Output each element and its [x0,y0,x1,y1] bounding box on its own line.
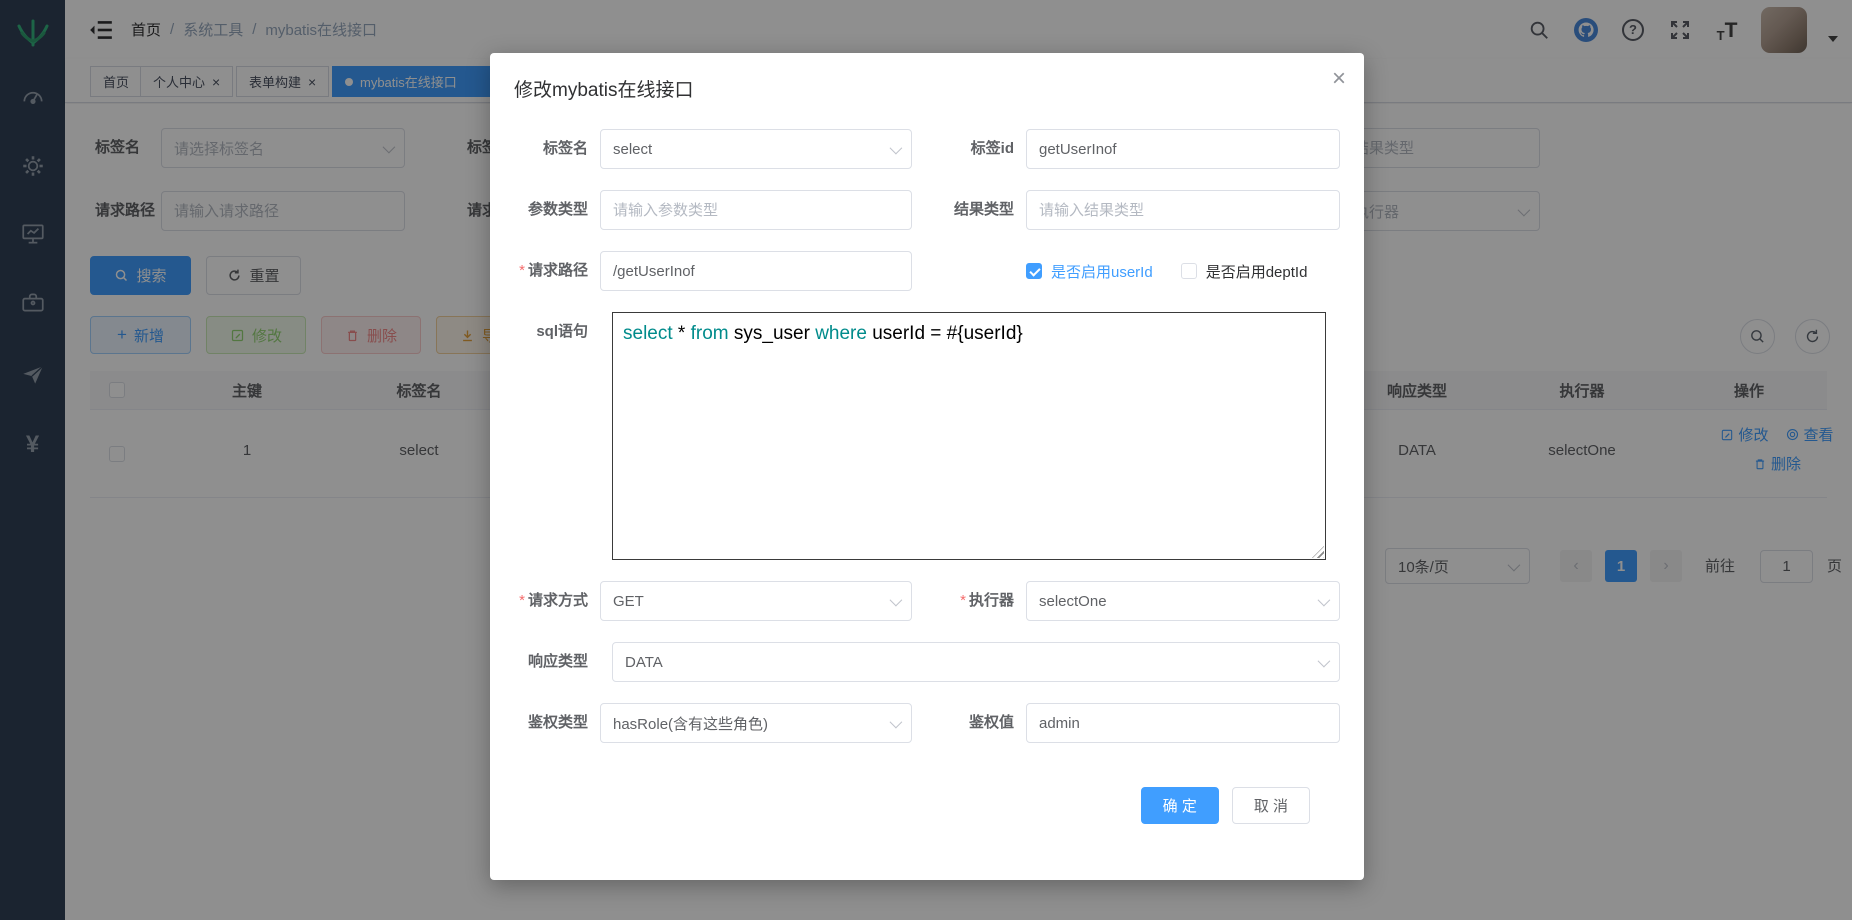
confirm-button[interactable]: 确 定 [1141,787,1219,824]
result-type-field[interactable] [1026,190,1340,230]
tag-id-input[interactable] [1039,141,1327,158]
chevron-down-icon [1318,654,1331,667]
dialog-title: 修改mybatis在线接口 [514,80,693,101]
app-root: ¥ 首页 / 系统工具 / mybatis在线接口 [0,0,1852,920]
tag-name-select[interactable]: select [600,129,912,169]
confirm-button-label: 确 定 [1163,795,1197,816]
chevron-down-icon [890,715,903,728]
cancel-button-label: 取 消 [1254,795,1288,816]
param-type-label: 参数类型 [514,190,600,230]
tag-id-label: 标签id [924,129,1026,169]
enable-userid-label: 是否启用userId [1051,261,1153,282]
auth-value-label: 鉴权值 [924,703,1026,743]
resp-type-value: DATA [625,654,663,671]
required-mark: * [960,592,966,609]
dialog-header: 修改mybatis在线接口 × [490,53,1364,102]
chevron-down-icon [890,593,903,606]
path-label: *请求路径 [514,251,600,291]
auth-type-value: hasRole(含有这些角色) [613,713,768,734]
path-label-text: 请求路径 [528,262,588,279]
sql-text: * [673,323,691,344]
enable-deptid-checkbox[interactable]: 是否启用deptId [1181,261,1308,282]
path-field[interactable] [600,251,912,291]
sql-keyword: from [691,323,729,344]
auth-value-field[interactable] [1026,703,1340,743]
sql-label: sql语句 [514,312,600,352]
enable-deptid-label: 是否启用deptId [1206,261,1308,282]
chevron-down-icon [890,141,903,154]
result-type-input[interactable] [1039,202,1327,219]
sql-editor[interactable]: select * from sys_user where userId = #{… [612,312,1326,560]
auth-value-input[interactable] [1039,715,1327,732]
cancel-button[interactable]: 取 消 [1232,787,1310,824]
enable-flags-group: 是否启用userId 是否启用deptId [1026,251,1307,291]
auth-type-select[interactable]: hasRole(含有这些角色) [600,703,912,743]
resp-type-select[interactable]: DATA [612,642,1340,682]
param-type-input[interactable] [613,202,899,219]
method-value: GET [613,593,644,610]
tag-name-value: select [613,141,652,158]
edit-mybatis-dialog: 修改mybatis在线接口 × 标签名 select 标签id [490,53,1364,880]
sql-keyword: select [623,323,673,344]
auth-type-label: 鉴权类型 [514,703,600,743]
resp-type-label: 响应类型 [514,642,600,682]
sql-text: sys_user [729,323,816,344]
chevron-down-icon [1318,593,1331,606]
path-input[interactable] [613,263,899,280]
result-type-label: 结果类型 [924,190,1026,230]
required-mark: * [519,262,525,279]
tag-id-field[interactable] [1026,129,1340,169]
dialog-body: 标签名 select 标签id 参数类型 [490,102,1364,824]
param-type-field[interactable] [600,190,912,230]
required-mark: * [519,592,525,609]
enable-userid-checkbox[interactable]: 是否启用userId [1026,261,1153,282]
sql-text: userId = #{userId} [867,323,1023,344]
tag-name-label: 标签名 [514,129,600,169]
executor-label: *执行器 [924,581,1026,621]
dialog-footer: 确 定 取 消 [514,764,1340,824]
executor-value: selectOne [1039,593,1107,610]
dialog-close-icon[interactable]: × [1332,67,1346,91]
sql-keyword: where [815,323,867,344]
checkbox-unchecked-icon [1181,263,1197,279]
executor-select[interactable]: selectOne [1026,581,1340,621]
method-select[interactable]: GET [600,581,912,621]
executor-label-text: 执行器 [969,592,1014,609]
method-label-text: 请求方式 [528,592,588,609]
method-label: *请求方式 [514,581,600,621]
checkbox-checked-icon [1026,263,1042,279]
